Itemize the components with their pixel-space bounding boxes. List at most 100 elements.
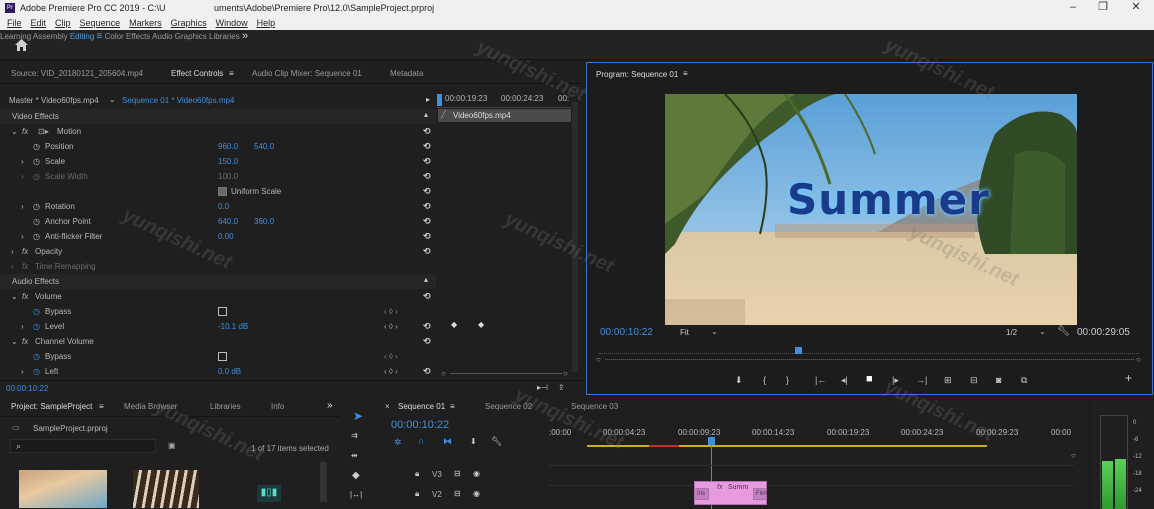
level-row[interactable]: › ◷ Level -10.1 dB ‹ ◊ › ⟲ — [0, 319, 436, 334]
chevron-down-icon[interactable]: ⌄ — [109, 95, 116, 104]
uniform-scale-row[interactable]: Uniform Scale ⟲ — [0, 184, 436, 199]
effect-timeline-ruler[interactable]: 00:00:19:23 00:00:24:23 00: — [437, 90, 571, 108]
project-search-input[interactable]: ⌕ — [10, 439, 156, 453]
mark-out-icon[interactable]: } — [786, 375, 789, 385]
anchor-point-row[interactable]: ◷ Anchor Point 640.0 360.0 ⟲ — [0, 214, 436, 229]
building-clip-thumbnail[interactable] — [133, 470, 199, 508]
menu-window[interactable]: Window — [216, 18, 248, 28]
play-icon[interactable]: ▸ — [426, 95, 430, 104]
program-zoom-bar[interactable] — [605, 359, 1135, 360]
tab-sequence-02[interactable]: Sequence 02 — [485, 402, 532, 411]
magnet-icon[interactable]: ∩ — [418, 436, 424, 446]
workspace-color[interactable]: Color — [105, 32, 124, 41]
tab-metadata[interactable]: Metadata — [390, 69, 423, 78]
menu-sequence[interactable]: Sequence — [80, 18, 121, 28]
tab-project[interactable]: Project: SampleProject — [11, 402, 92, 411]
rotation-row[interactable]: › ◷ Rotation 0.0 ⟲ — [0, 199, 436, 214]
workspace-audio[interactable]: Audio — [152, 32, 172, 41]
compare-view-icon[interactable]: ⧉ — [1021, 375, 1027, 386]
lift-icon[interactable]: ⊞ — [944, 375, 952, 386]
workspace-effects[interactable]: Effects — [126, 32, 150, 41]
zoom-handle-icon[interactable]: ○ — [441, 369, 446, 378]
close-tab-icon[interactable]: × — [385, 402, 390, 411]
zoom-handle-icon[interactable]: ○ — [1071, 451, 1076, 460]
tab-menu-icon[interactable]: ≡ — [99, 402, 104, 411]
tab-menu-icon[interactable]: ≡ — [229, 69, 234, 78]
master-clip-label[interactable]: Master * Video60fps.mp4 — [9, 96, 99, 105]
track-header-v3[interactable]: 🔒︎ V3 ⊟ ◉ — [377, 465, 549, 485]
go-to-in-icon[interactable]: |← — [815, 375, 826, 385]
close-button[interactable]: ✕ — [1126, 1, 1146, 15]
timeline-playhead[interactable] — [708, 437, 715, 445]
volume-row[interactable]: ⌄ fx Volume ⟲ — [0, 289, 436, 304]
program-monitor-title[interactable]: Program: Sequence 01 — [596, 70, 678, 79]
tab-menu-icon[interactable]: ≡ — [450, 402, 455, 411]
motion-row[interactable]: ⌄ fx ⊡▸ Motion ⟲ — [0, 124, 436, 139]
menu-help[interactable]: Help — [257, 18, 276, 28]
menu-graphics[interactable]: Graphics — [171, 18, 207, 28]
program-menu-icon[interactable]: ≡ — [683, 69, 688, 78]
extract-icon[interactable]: ⊟ — [970, 375, 978, 386]
tab-media-browser[interactable]: Media Browser — [124, 402, 177, 411]
minimize-button[interactable]: – — [1063, 1, 1083, 15]
effect-current-time[interactable]: 00:00:10:22 — [6, 384, 48, 393]
lock-icon[interactable]: 🔒︎ — [415, 469, 419, 479]
wrench-icon[interactable]: 🔧︎ — [1057, 326, 1070, 337]
go-to-out-icon[interactable]: →| — [916, 375, 927, 385]
tab-source[interactable]: Source: VID_20180121_205604.mp4 — [11, 69, 143, 78]
workspace-libraries[interactable]: Libraries — [209, 32, 240, 41]
workspace-menu-icon[interactable]: ≡ — [97, 31, 103, 42]
camera-icon[interactable]: ◙ — [996, 375, 1001, 385]
zoom-handle-icon[interactable]: ○ — [563, 369, 568, 378]
slip-tool-icon[interactable]: |↔| — [350, 490, 362, 499]
video-frame[interactable]: Summer — [665, 94, 1077, 325]
mark-in-icon[interactable]: { — [763, 375, 766, 385]
snap-icon[interactable]: ✲ — [394, 437, 402, 448]
linked-selection-icon[interactable]: ⧓ — [443, 436, 452, 447]
iris-transition[interactable]: Iris — [694, 488, 709, 500]
tab-audio-clip-mixer[interactable]: Audio Clip Mixer: Sequence 01 — [252, 69, 362, 78]
stop-icon[interactable]: ■ — [866, 373, 873, 385]
tab-sequence-01[interactable]: Sequence 01 — [398, 402, 445, 411]
zoom-bar[interactable] — [450, 373, 562, 374]
workspace-graphics[interactable]: Graphics — [175, 32, 207, 41]
lock-icon[interactable]: 🔒︎ — [415, 489, 419, 499]
timeline-ruler[interactable]: :00:00 00:00:04:23 00:00:09:23 00:00:14:… — [549, 425, 1074, 449]
wrench-icon[interactable]: 🔧︎ — [491, 436, 502, 447]
project-scrollbar[interactable] — [320, 462, 327, 502]
sync-lock-icon[interactable]: ⊟ — [454, 469, 461, 478]
program-playhead[interactable] — [795, 347, 802, 354]
menu-markers[interactable]: Markers — [129, 18, 162, 28]
zoom-handle-icon[interactable]: ○ — [1136, 355, 1141, 364]
bypass-row[interactable]: ◷ Bypass ‹ ◊ › — [0, 304, 436, 319]
menu-edit[interactable]: Edit — [31, 18, 47, 28]
position-row[interactable]: ◷ Position 960.0 540.0 ⟲ — [0, 139, 436, 154]
effect-clip-bar[interactable]: ╱ Video60fps.mp4 — [438, 109, 571, 122]
fit-dropdown[interactable]: Fit — [680, 328, 689, 337]
add-marker-icon[interactable]: ⬇ — [735, 375, 743, 386]
add-marker-icon[interactable]: ⬇ — [470, 437, 477, 446]
menu-clip[interactable]: Clip — [55, 18, 71, 28]
workspace-editing[interactable]: Editing — [70, 32, 94, 41]
playhead[interactable] — [437, 94, 442, 106]
home-icon[interactable] — [15, 39, 28, 51]
new-bin-icon[interactable]: ▣ — [168, 441, 176, 450]
sync-lock-icon[interactable]: ⊟ — [454, 489, 461, 498]
program-timecode[interactable]: 00:00:10:22 — [600, 327, 653, 338]
track-select-tool-icon[interactable]: ⇉ — [351, 431, 358, 440]
chevron-down-icon[interactable]: ⌄ — [1039, 327, 1046, 336]
effect-scrollbar[interactable] — [572, 102, 578, 372]
eye-icon[interactable]: ◉ — [473, 489, 480, 498]
chevron-down-icon[interactable]: ⌄ — [711, 327, 718, 336]
anti-flicker-row[interactable]: › ◷ Anti-flicker Filter 0.00 ⟲ — [0, 229, 436, 244]
add-button-icon[interactable]: + — [1125, 371, 1132, 385]
sequence-clip-label[interactable]: Sequence 01 * Video60fps.mp4 — [122, 96, 234, 105]
channel-volume-row[interactable]: ⌄ fx Channel Volume ⟲ — [0, 334, 436, 349]
bypass-row[interactable]: ◷ Bypass ‹ ◊ › — [0, 349, 436, 364]
maximize-button[interactable]: ❐ — [1093, 1, 1113, 15]
ripple-edit-tool-icon[interactable]: ⇹ — [351, 451, 358, 460]
tab-effect-controls[interactable]: Effect Controls — [171, 69, 223, 78]
keyframe-icon[interactable]: ◆ — [478, 320, 484, 329]
selection-tool-icon[interactable]: ➤ — [353, 409, 363, 423]
resolution-dropdown[interactable]: 1/2 — [1006, 328, 1017, 337]
